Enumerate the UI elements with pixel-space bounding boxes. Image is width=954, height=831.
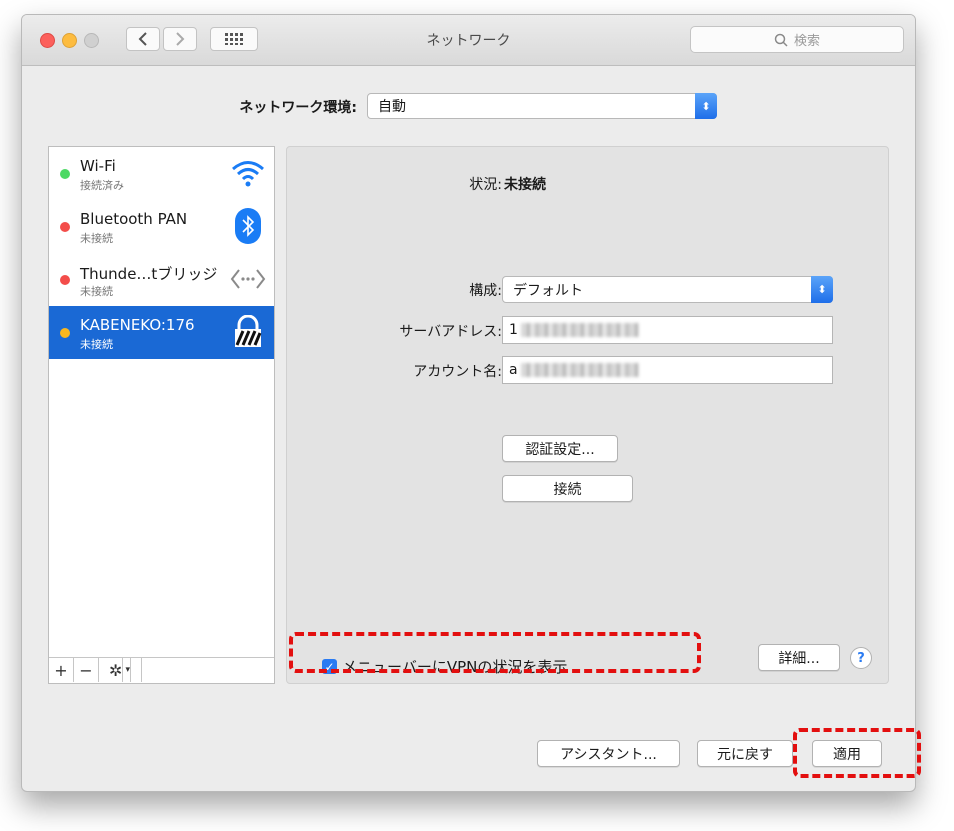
network-preferences-window: ネットワーク 検索 ネットワーク環境: 自動 ⬍ Wi-Fi 接続済み Blue…: [21, 14, 916, 792]
status-dot: [60, 169, 70, 179]
bluetooth-icon: [230, 208, 266, 244]
detail-panel: [286, 146, 889, 684]
service-name: Bluetooth PAN: [80, 210, 188, 228]
service-item-vpn[interactable]: KABENEKO:176 未接続: [49, 306, 274, 359]
config-label: 構成:: [469, 283, 502, 299]
service-item-bluetooth[interactable]: Bluetooth PAN 未接続: [49, 200, 274, 253]
location-value: 自動: [378, 99, 406, 115]
service-status: 未接続: [80, 338, 113, 351]
service-status: 未接続: [80, 232, 113, 245]
status-label: 状況:: [469, 177, 502, 193]
titlebar: ネットワーク 検索: [22, 15, 915, 66]
service-list: Wi-Fi 接続済み Bluetooth PAN 未接続 Thunde…tブリッ…: [48, 146, 275, 684]
search-icon: [774, 33, 788, 47]
auth-settings-button[interactable]: 認証設定...: [502, 435, 618, 462]
connect-button[interactable]: 接続: [502, 475, 633, 502]
action-menu-button[interactable]: ✲ ▾: [99, 658, 142, 682]
server-address-value: 1: [509, 322, 518, 338]
redacted-text: [520, 363, 639, 377]
thunderbolt-bridge-icon: [230, 261, 266, 297]
apply-button-highlight: [793, 728, 921, 778]
vpn-checkbox-highlight: [289, 632, 701, 673]
search-field[interactable]: 検索: [690, 26, 904, 53]
config-value: デフォルト: [513, 282, 583, 299]
status-dot: [60, 275, 70, 285]
account-name-field[interactable]: a: [502, 356, 833, 384]
server-address-label: サーバアドレス:: [399, 324, 502, 340]
service-name: KABENEKO:176: [80, 316, 195, 334]
service-item-thunderbolt-bridge[interactable]: Thunde…tブリッジ 未接続: [49, 253, 274, 306]
account-name-value: a: [509, 362, 518, 378]
gear-icon: ✲: [109, 658, 124, 682]
revert-button[interactable]: 元に戻す: [697, 740, 793, 767]
service-status: 未接続: [80, 285, 113, 298]
status-dot: [60, 222, 70, 232]
help-button[interactable]: ?: [850, 647, 872, 669]
search-placeholder: 検索: [793, 34, 820, 49]
popup-arrow-icon: ⬍: [811, 276, 833, 303]
service-status: 接続済み: [80, 179, 124, 192]
location-popup[interactable]: 自動 ⬍: [367, 93, 717, 119]
chevron-down-icon: ▾: [125, 658, 131, 682]
server-address-field[interactable]: 1: [502, 316, 833, 344]
service-item-wifi[interactable]: Wi-Fi 接続済み: [49, 147, 274, 200]
sidebar-toolbar: + − ✲ ▾: [49, 657, 274, 683]
config-popup[interactable]: デフォルト ⬍: [502, 276, 833, 303]
location-label: ネットワーク環境:: [239, 100, 357, 116]
assistant-button[interactable]: アシスタント...: [537, 740, 680, 767]
remove-service-button[interactable]: −: [74, 658, 99, 682]
popup-arrow-icon: ⬍: [695, 93, 717, 119]
account-name-label: アカウント名:: [413, 364, 502, 380]
service-name: Thunde…tブリッジ: [80, 265, 218, 283]
wifi-icon: [230, 155, 266, 191]
add-service-button[interactable]: +: [49, 658, 74, 682]
advanced-button[interactable]: 詳細...: [758, 644, 840, 671]
status-dot: [60, 328, 70, 338]
status-value: 未接続: [504, 177, 546, 193]
vpn-lock-icon: [230, 314, 266, 350]
redacted-text: [520, 323, 639, 337]
service-name: Wi-Fi: [80, 157, 116, 175]
